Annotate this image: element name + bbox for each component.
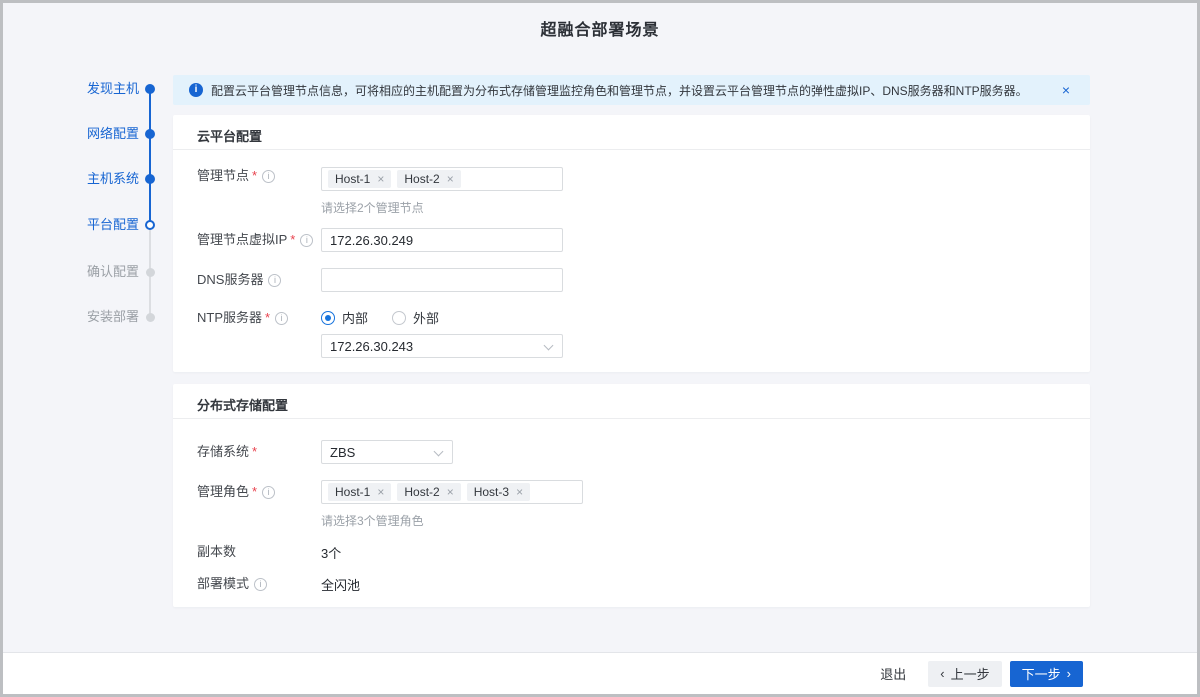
next-step-button[interactable]: 下一步 ›	[1010, 661, 1083, 687]
chevron-left-icon: ‹	[940, 666, 944, 681]
cloud-platform-section: 云平台配置 管理节点*i Host-1× Host-2× 请选择2个管理节点 管…	[173, 115, 1090, 372]
ntp-label: NTP服务器* i	[197, 309, 288, 327]
step-dot-install-deploy	[146, 313, 155, 322]
step-dot-host-system	[145, 174, 155, 184]
previous-step-label: 上一步	[951, 664, 990, 683]
tag-host-2: Host-2 ×	[397, 483, 460, 501]
step-discover-hosts[interactable]: 发现主机	[39, 80, 139, 98]
storage-system-label: 存储系统*	[197, 443, 257, 461]
tag-host-1: Host-1 ×	[328, 170, 391, 188]
step-nav: 发现主机 网络配置 主机系统 平台配置 确认配置 安装部署	[3, 75, 173, 335]
ntp-radio-group: 内部 外部	[321, 308, 439, 327]
tag-host-2: Host-2 ×	[397, 170, 460, 188]
tag-remove-icon[interactable]: ×	[377, 485, 384, 499]
radio-icon	[321, 311, 335, 325]
step-install-deploy[interactable]: 安装部署	[39, 308, 139, 326]
step-confirm-config[interactable]: 确认配置	[39, 263, 139, 281]
virtual-ip-label-text: 管理节点虚拟IP	[197, 232, 287, 247]
tag-label: Host-2	[404, 172, 439, 186]
info-icon[interactable]: i	[262, 486, 275, 499]
management-roles-label: 管理角色* i	[197, 483, 275, 501]
required-mark: *	[265, 310, 270, 325]
management-roles-input[interactable]: Host-1 × Host-2 × Host-3 ×	[321, 480, 583, 504]
virtual-ip-label: 管理节点虚拟IP* i	[197, 231, 313, 249]
management-nodes-input[interactable]: Host-1 × Host-2 ×	[321, 167, 563, 191]
tag-host-1: Host-1 ×	[328, 483, 391, 501]
next-step-label: 下一步	[1022, 664, 1061, 683]
close-icon[interactable]: ×	[1062, 82, 1070, 98]
deploy-mode-value: 全闪池	[321, 575, 360, 594]
tag-label: Host-3	[474, 485, 509, 499]
tag-remove-icon[interactable]: ×	[447, 172, 454, 186]
info-banner-text: 配置云平台管理节点信息，可将相应的主机配置为分布式存储管理监控角色和管理节点，并…	[211, 82, 1028, 99]
tag-remove-icon[interactable]: ×	[516, 485, 523, 499]
info-icon[interactable]: i	[254, 578, 267, 591]
ntp-label-text: NTP服务器	[197, 310, 262, 325]
replicas-label: 副本数	[197, 543, 236, 561]
step-network-config[interactable]: 网络配置	[39, 125, 139, 143]
tag-label: Host-1	[335, 172, 370, 186]
chevron-down-icon	[434, 447, 444, 457]
info-banner: i 配置云平台管理节点信息，可将相应的主机配置为分布式存储管理监控角色和管理节点…	[173, 75, 1090, 105]
storage-system-label-text: 存储系统	[197, 444, 249, 459]
step-dot-network-config	[145, 129, 155, 139]
step-dot-platform-config	[145, 220, 155, 230]
required-mark: *	[290, 232, 295, 247]
management-roles-helper: 请选择3个管理角色	[321, 512, 424, 529]
management-nodes-helper: 请选择2个管理节点	[321, 199, 424, 216]
chevron-right-icon: ›	[1067, 666, 1071, 681]
exit-button[interactable]: 退出	[880, 664, 906, 683]
info-icon[interactable]: i	[262, 170, 275, 183]
management-nodes-label-text: 管理节点	[197, 168, 249, 183]
management-roles-label-text: 管理角色	[197, 484, 249, 499]
step-dot-discover-hosts	[145, 84, 155, 94]
storage-system-select-value: ZBS	[330, 445, 355, 460]
step-host-system[interactable]: 主机系统	[39, 170, 139, 188]
management-nodes-label: 管理节点* i	[197, 167, 275, 185]
ntp-radio-internal[interactable]: 内部	[321, 308, 368, 327]
replicas-value: 3个	[321, 543, 341, 562]
info-icon[interactable]: i	[300, 234, 313, 247]
ntp-radio-internal-label: 内部	[342, 308, 368, 327]
page-title: 超融合部署场景	[3, 16, 1197, 40]
storage-system-select[interactable]: ZBS	[321, 440, 453, 464]
info-icon[interactable]: i	[275, 312, 288, 325]
required-mark: *	[252, 168, 257, 183]
virtual-ip-input[interactable]	[321, 228, 563, 252]
deployment-wizard-window: 超融合部署场景 发现主机 网络配置 主机系统 平台配置 确认配置 安装部署 i …	[0, 0, 1200, 697]
footer-bar: 退出 ‹ 上一步 下一步 ›	[3, 652, 1197, 694]
step-dot-confirm-config	[146, 268, 155, 277]
ntp-server-select-value: 172.26.30.243	[330, 339, 413, 354]
tag-host-3: Host-3 ×	[467, 483, 530, 501]
previous-step-button[interactable]: ‹ 上一步	[928, 661, 1001, 687]
tag-remove-icon[interactable]: ×	[377, 172, 384, 186]
ntp-server-select[interactable]: 172.26.30.243	[321, 334, 563, 358]
dns-input[interactable]	[321, 268, 563, 292]
step-platform-config[interactable]: 平台配置	[39, 216, 139, 234]
ntp-radio-external[interactable]: 外部	[392, 308, 439, 327]
distributed-storage-section-title: 分布式存储配置	[173, 384, 1090, 419]
tag-label: Host-1	[335, 485, 370, 499]
tag-remove-icon[interactable]: ×	[447, 485, 454, 499]
info-icon: i	[189, 83, 203, 97]
ntp-radio-external-label: 外部	[413, 308, 439, 327]
cloud-platform-section-title: 云平台配置	[173, 115, 1090, 150]
tag-label: Host-2	[404, 485, 439, 499]
dns-label: DNS服务器 i	[197, 271, 281, 289]
dns-label-text: DNS服务器	[197, 272, 263, 287]
required-mark: *	[252, 484, 257, 499]
radio-icon	[392, 311, 406, 325]
chevron-down-icon	[544, 341, 554, 351]
step-line-completed	[149, 89, 151, 225]
distributed-storage-section: 分布式存储配置 存储系统* ZBS 管理角色*i Host-1× Host-2×…	[173, 384, 1090, 607]
deploy-mode-label: 部署模式 i	[197, 575, 267, 593]
deploy-mode-label-text: 部署模式	[197, 576, 249, 591]
info-icon[interactable]: i	[268, 274, 281, 287]
required-mark: *	[252, 444, 257, 459]
